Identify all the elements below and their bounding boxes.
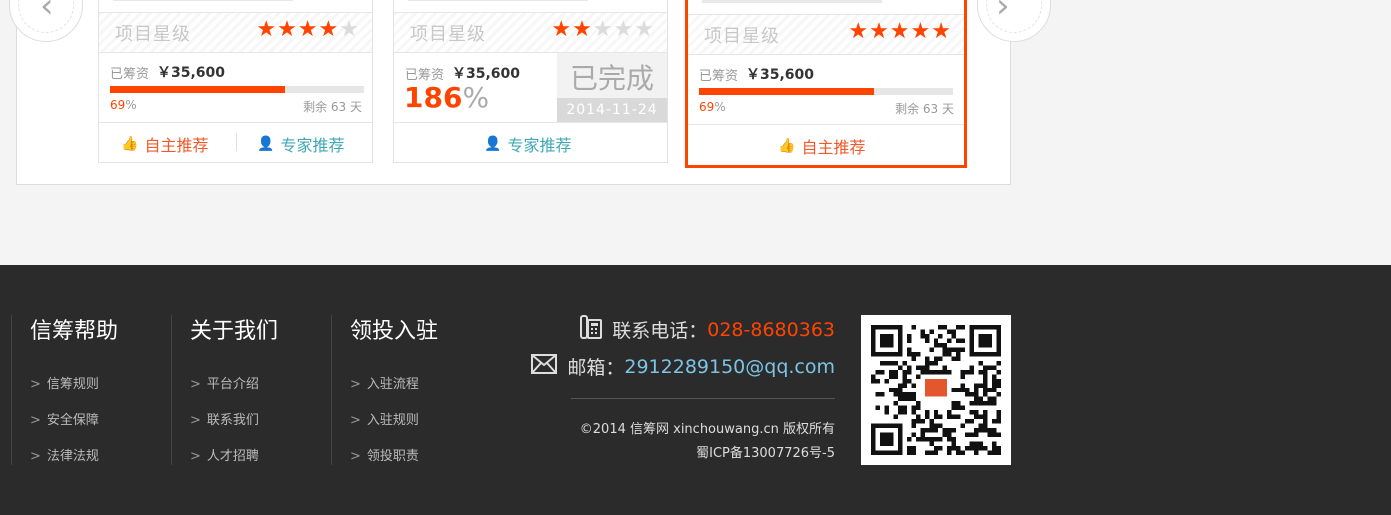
raised-amount: ￥35,600 — [157, 65, 226, 81]
chevron-left-icon: ‹ — [40, 0, 54, 26]
self-recommend-button[interactable]: 👍 自主推荐 — [121, 132, 208, 156]
star-icon: ★ — [318, 17, 340, 42]
footer-link[interactable]: > 入驻规则 — [350, 403, 438, 439]
person-icon: 👤 — [484, 136, 502, 152]
footer-link[interactable]: > 平台介绍 — [190, 367, 278, 403]
project-card[interactable]: 项目星级 ★★★★★ 已筹资 ￥35,600 69% 剩余 63 天 👍 自主推… — [98, 0, 373, 163]
footer-link[interactable]: > 入驻流程 — [350, 367, 438, 403]
footer-divider — [571, 398, 835, 399]
star-rating: ★★★★★ — [848, 19, 952, 44]
footer-column-about: 关于我们 > 平台介绍 > 联系我们 > 人才招聘 — [171, 315, 278, 465]
days-remaining: 剩余 63 天 — [303, 100, 362, 114]
footer-link[interactable]: > 安全保障 — [30, 403, 118, 439]
phone-label: 联系电话： — [612, 320, 708, 342]
raised-amount: ￥35,600 — [746, 67, 815, 83]
star-icon: ★ — [592, 17, 614, 42]
progress-percent: 69% — [110, 98, 137, 112]
phone-icon — [580, 315, 603, 344]
raised-label: 已筹资 — [699, 69, 739, 84]
footer-link[interactable]: > 信筹规则 — [30, 367, 118, 403]
star-icon: ★ — [551, 17, 573, 42]
carousel-prev-button[interactable]: ‹ — [9, 0, 83, 42]
project-rating: 项目星级 ★★★★★ — [688, 15, 964, 55]
email-address[interactable]: 2912289150@qq.com — [624, 356, 835, 378]
thumbs-up-icon: 👍 — [121, 136, 139, 152]
phone-number[interactable]: 028-8680363 — [707, 319, 835, 341]
footer-link[interactable]: > 联系我们 — [190, 403, 278, 439]
star-icon: ★ — [931, 19, 952, 44]
footer-column-lead-invest: 领投入驻 > 入驻流程 > 入驻规则 > 领投职责 — [331, 315, 438, 465]
footer-link[interactable]: > 法律法规 — [30, 439, 118, 475]
star-rating: ★★★★★ — [256, 17, 360, 42]
contact-phone: 联系电话： 028-8680363 — [580, 315, 835, 344]
star-icon: ★ — [339, 17, 360, 42]
star-icon: ★ — [613, 17, 635, 42]
rating-label: 项目星级 — [704, 26, 780, 47]
person-icon: 👤 — [257, 136, 275, 152]
carousel-next-button[interactable]: › — [977, 0, 1051, 42]
card-actions: 👍 自主推荐 👤 专家推荐 — [99, 122, 372, 160]
star-icon: ★ — [572, 17, 593, 42]
completed-date: 2014-11-24 — [557, 98, 667, 123]
thumbs-up-icon: 👍 — [778, 138, 796, 154]
copyright-text: ©2014 信筹网 xinchouwang.cn 版权所有 — [579, 422, 835, 437]
contact-email: 邮箱： 2912289150@qq.com — [531, 353, 835, 380]
footer-link[interactable]: > 人才招聘 — [190, 439, 278, 475]
funded-percent: 186% — [404, 81, 490, 114]
star-icon: ★ — [256, 17, 278, 42]
site-footer: 信筹帮助 > 信筹规则 > 安全保障 > 法律法规 关于我们 > 平台介绍 > 联系我们 … — [0, 265, 1391, 515]
star-icon: ★ — [889, 19, 911, 44]
days-remaining: 剩余 63 天 — [895, 102, 954, 116]
footer-column-help: 信筹帮助 > 信筹规则 > 安全保障 > 法律法规 — [11, 315, 118, 465]
star-icon: ★ — [277, 17, 298, 42]
project-card-selected[interactable]: 项目星级 ★★★★★ 已筹资 ￥35,600 69% 剩余 63 天 👍 自主推… — [685, 0, 967, 168]
star-icon: ★ — [297, 17, 319, 42]
footer-column-title: 领投入驻 — [350, 319, 439, 344]
qr-code — [861, 315, 1011, 465]
raised-label: 已筹资 — [110, 67, 150, 82]
footer-column-title: 信筹帮助 — [30, 319, 119, 344]
completed-badge: 已完成 2014-11-24 — [557, 53, 667, 123]
footer-link[interactable]: > 领投职责 — [350, 439, 438, 475]
rating-label: 项目星级 — [410, 24, 486, 45]
progress-bar — [110, 86, 364, 93]
star-icon: ★ — [634, 17, 655, 42]
star-icon: ★ — [848, 19, 870, 44]
star-icon: ★ — [910, 19, 932, 44]
project-carousel: ‹ › 项目星级 ★★★★★ 已筹资 ￥35,600 69% 剩余 63 天 👍… — [9, 0, 1051, 185]
progress-percent: 69% — [699, 100, 726, 114]
card-actions: 👤 专家推荐 — [394, 122, 667, 160]
self-recommend-button[interactable]: 👍 自主推荐 — [778, 134, 865, 158]
star-rating: ★★★★★ — [551, 17, 655, 42]
raised-amount: ￥35,600 — [452, 66, 521, 82]
icp-license: 蜀ICP备13007726号-5 — [696, 446, 835, 461]
mail-icon — [531, 354, 558, 379]
expert-recommend-button[interactable]: 👤 专家推荐 — [257, 132, 344, 156]
card-actions: 👍 自主推荐 — [688, 124, 964, 162]
expert-recommend-button[interactable]: 👤 专家推荐 — [484, 132, 571, 156]
project-rating: 项目星级 ★★★★★ — [99, 13, 372, 53]
footer-column-title: 关于我们 — [190, 319, 279, 344]
star-icon: ★ — [869, 19, 890, 44]
project-card[interactable]: 项目星级 ★★★★★ 已筹资 ￥35,600 186% 已完成 2014-11-… — [393, 0, 668, 163]
project-rating: 项目星级 ★★★★★ — [394, 13, 667, 53]
rating-label: 项目星级 — [115, 24, 191, 45]
chevron-right-icon: › — [996, 0, 1010, 26]
progress-bar — [699, 88, 953, 95]
completed-status: 已完成 — [569, 62, 654, 95]
email-label: 邮箱： — [567, 357, 625, 379]
